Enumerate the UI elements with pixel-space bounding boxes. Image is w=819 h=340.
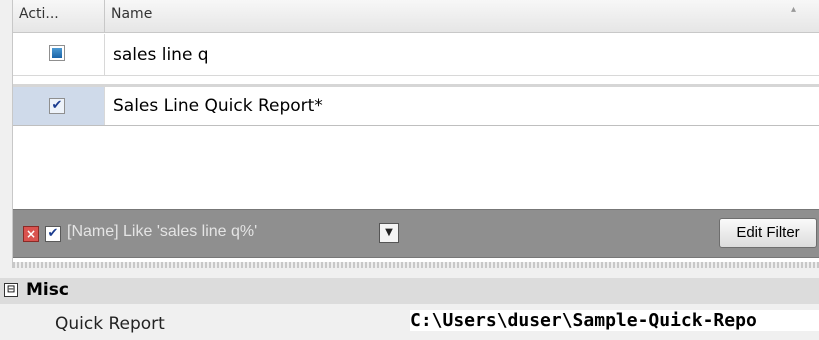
clear-filter-icon[interactable]: ×: [23, 226, 39, 242]
active-cell[interactable]: [13, 34, 105, 75]
sort-arrow-icon: ▴: [791, 4, 797, 15]
name-cell[interactable]: sales line q: [113, 34, 209, 75]
category-label: Misc: [26, 280, 69, 300]
table-row[interactable]: sales line q: [13, 34, 819, 76]
column-header-active[interactable]: Acti...: [13, 0, 105, 32]
property-category[interactable]: ⊟ Misc: [0, 278, 819, 304]
column-header-name[interactable]: Name: [105, 0, 819, 32]
name-cell[interactable]: Sales Line Quick Report*: [113, 87, 323, 125]
property-name: Quick Report: [55, 314, 165, 334]
edit-filter-button[interactable]: Edit Filter: [719, 218, 817, 248]
filter-enabled-checkbox[interactable]: ✔: [45, 226, 61, 242]
collapse-icon[interactable]: ⊟: [4, 283, 18, 297]
property-grid: ⊟ Misc Quick Report C:\Users\duser\Sampl…: [0, 268, 819, 340]
active-checkbox-checked[interactable]: ✔: [49, 98, 65, 114]
grid-header: Acti... Name ▴: [13, 0, 819, 33]
filter-expression[interactable]: [Name] Like 'sales line q%': [67, 223, 257, 241]
active-checkbox-indeterminate[interactable]: [49, 45, 65, 61]
table-row-selected[interactable]: ✔ Sales Line Quick Report*: [13, 84, 819, 126]
filter-bar: × ✔ [Name] Like 'sales line q%' ▼ Edit F…: [13, 209, 819, 258]
property-value[interactable]: C:\Users\duser\Sample-Quick-Repo: [410, 310, 819, 331]
property-row[interactable]: Quick Report C:\Users\duser\Sample-Quick…: [0, 306, 819, 340]
filter-history-dropdown[interactable]: ▼: [379, 223, 399, 243]
active-cell[interactable]: ✔: [13, 87, 105, 125]
